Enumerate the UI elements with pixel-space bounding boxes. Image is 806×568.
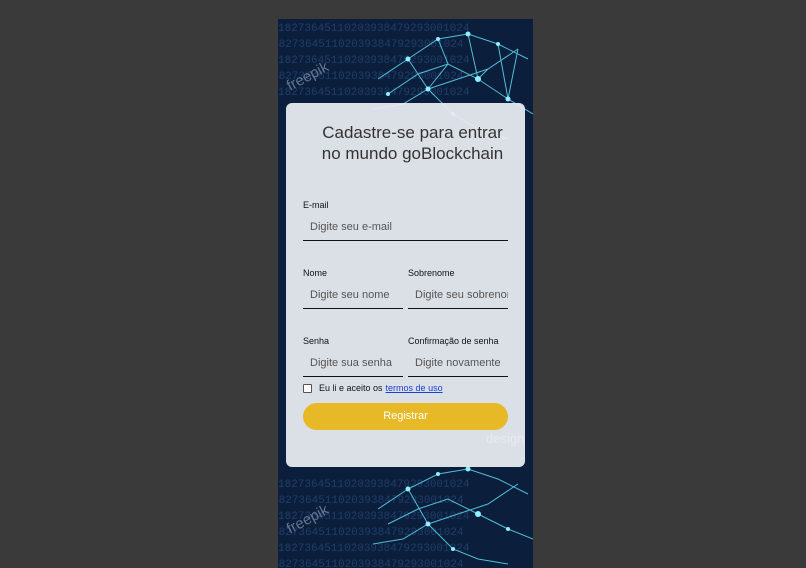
digits-row: 18273645110203938479293001024 <box>278 495 464 507</box>
password-field[interactable]: Digite sua senha <box>303 350 403 377</box>
terms-row: Eu li e aceito os termos de uso <box>303 383 443 393</box>
last-name-field[interactable]: Digite seu sobrenome <box>408 282 508 309</box>
signup-card: Cadastre-se para entrar no mundo goBlock… <box>286 103 525 467</box>
digits-row: 18273645110203938479293001024 <box>278 55 470 67</box>
register-button[interactable]: Registrar <box>303 403 508 430</box>
title-line: Cadastre-se para entrar <box>322 123 503 142</box>
title-line: no mundo goBlockchain <box>321 144 504 163</box>
terms-link[interactable]: termos de uso <box>386 383 443 393</box>
digits-row: 18273645110203938479293001024 <box>278 23 470 35</box>
mobile-viewport: 18273645110203938479293001024 1827364511… <box>278 19 533 568</box>
last-name-label: Sobrenome <box>408 268 455 278</box>
password-confirm-field[interactable]: Digite novamente <box>408 350 508 377</box>
terms-checkbox[interactable] <box>303 383 312 393</box>
first-name-field[interactable]: Digite seu nome <box>303 282 403 309</box>
digits-row: 18273645110203938479293001024 <box>278 87 470 99</box>
email-label: E-mail <box>303 200 329 210</box>
digits-row: 18273645110203938479293001024 <box>278 543 470 555</box>
digits-row: 18273645110203938479293001024 <box>278 479 470 491</box>
page-title: Cadastre-se para entrar no mundo goBlock… <box>286 122 525 164</box>
terms-text: Eu li e aceito os <box>319 383 383 393</box>
email-field[interactable]: Digite seu e-mail <box>303 214 508 241</box>
first-name-label: Nome <box>303 268 328 278</box>
digits-row: 18273645110203938479293001024 <box>278 559 464 568</box>
password-label: Senha <box>303 336 330 346</box>
password-confirm-label: Confirmação de senha <box>408 336 499 346</box>
